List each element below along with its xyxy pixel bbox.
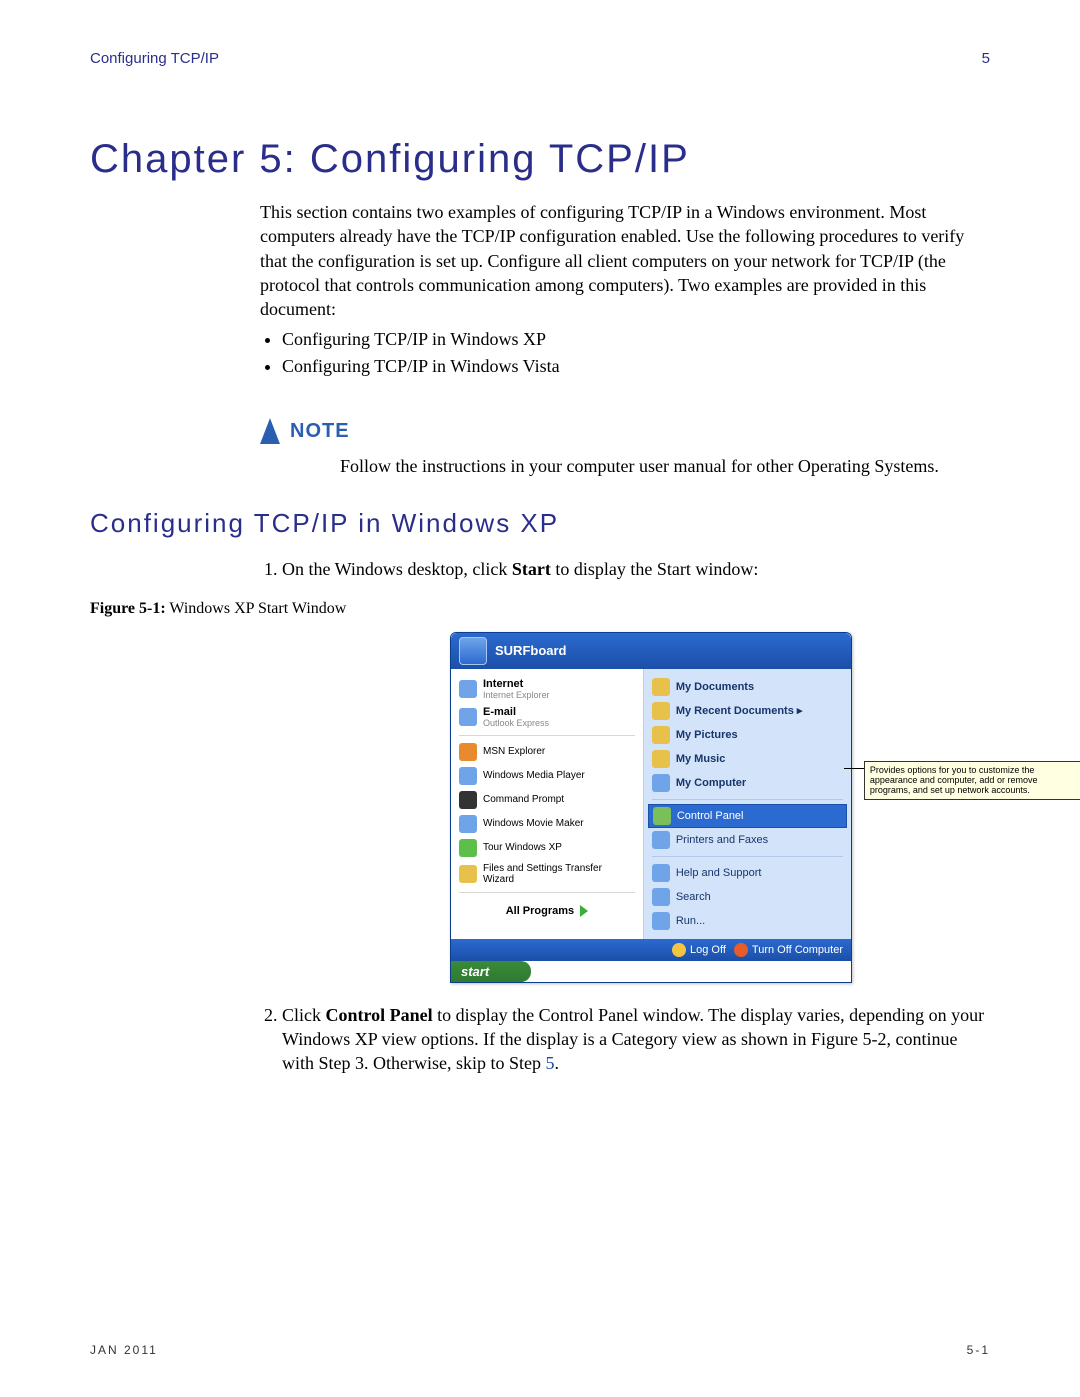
step-list-continued: Click Control Panel to display the Contr… xyxy=(260,1003,990,1076)
folder-icon xyxy=(652,726,670,744)
moviemaker-icon xyxy=(459,815,477,833)
intro-paragraph: This section contains two examples of co… xyxy=(260,200,990,378)
figure-label: Figure 5-1: xyxy=(90,600,166,617)
intro-text: This section contains two examples of co… xyxy=(260,202,964,319)
wmp-icon xyxy=(459,767,477,785)
start-item-moviemaker[interactable]: Windows Movie Maker xyxy=(455,812,639,836)
control-panel-tooltip: Provides options for you to customize th… xyxy=(864,761,1080,800)
run-icon xyxy=(652,912,670,930)
start-menu-right-pane: My Documents My Recent Documents ▸ My Pi… xyxy=(644,669,851,939)
start-item-recent[interactable]: My Recent Documents ▸ xyxy=(648,699,847,723)
control-panel-icon xyxy=(653,807,671,825)
start-item-internet[interactable]: InternetInternet Explorer xyxy=(455,675,639,703)
cmd-icon xyxy=(459,791,477,809)
tour-icon xyxy=(459,839,477,857)
intro-bullet-1: Configuring TCP/IP in Windows XP xyxy=(282,327,990,351)
start-item-fstw[interactable]: Files and Settings Transfer Wizard xyxy=(455,860,639,888)
start-item-help[interactable]: Help and Support xyxy=(648,861,847,885)
footer-date: JAN 2011 xyxy=(90,1343,158,1357)
start-item-control-panel[interactable]: Control Panel xyxy=(648,804,847,828)
start-item-cmd[interactable]: Command Prompt xyxy=(455,788,639,812)
start-item-msn[interactable]: MSN Explorer xyxy=(455,740,639,764)
header-left: Configuring TCP/IP xyxy=(90,50,219,67)
start-menu-header: SURFboard xyxy=(451,633,851,669)
fstw-icon xyxy=(459,865,477,883)
turnoff-button[interactable]: Turn Off Computer xyxy=(734,943,843,957)
figure-caption: Figure 5-1: Windows XP Start Window xyxy=(90,600,990,618)
start-item-email[interactable]: E-mailOutlook Express xyxy=(455,703,639,731)
tooltip-connector xyxy=(844,768,866,769)
ie-icon xyxy=(459,680,477,698)
search-icon xyxy=(652,888,670,906)
start-item-mypics[interactable]: My Pictures xyxy=(648,723,847,747)
help-icon xyxy=(652,864,670,882)
intro-bullet-list: Configuring TCP/IP in Windows XP Configu… xyxy=(260,327,990,378)
section-heading: Configuring TCP/IP in Windows XP xyxy=(90,508,990,539)
computer-icon xyxy=(652,774,670,792)
mail-icon xyxy=(459,708,477,726)
note-body: Follow the instructions in your computer… xyxy=(340,454,990,478)
start-menu-username: SURFboard xyxy=(495,643,567,658)
start-menu-footer: Log Off Turn Off Computer xyxy=(451,939,851,961)
start-item-run[interactable]: Run... xyxy=(648,909,847,933)
figure-startmenu: SURFboard InternetInternet Explorer E-ma… xyxy=(450,632,990,983)
header-page-number: 5 xyxy=(982,50,990,67)
start-button[interactable]: start xyxy=(451,961,531,982)
intro-bullet-2: Configuring TCP/IP in Windows Vista xyxy=(282,354,990,378)
start-item-search[interactable]: Search xyxy=(648,885,847,909)
start-item-tour[interactable]: Tour Windows XP xyxy=(455,836,639,860)
start-item-mycomp[interactable]: My Computer xyxy=(648,771,847,795)
step-link-5[interactable]: 5 xyxy=(546,1053,555,1073)
note-triangle-icon xyxy=(260,418,280,444)
start-all-programs[interactable]: All Programs xyxy=(455,901,639,921)
start-item-wmp[interactable]: Windows Media Player xyxy=(455,764,639,788)
start-item-mymusic[interactable]: My Music xyxy=(648,747,847,771)
page-header: Configuring TCP/IP 5 xyxy=(90,50,990,67)
step-2: Click Control Panel to display the Contr… xyxy=(282,1003,990,1076)
footer-page: 5-1 xyxy=(967,1343,990,1357)
all-programs-arrow-icon xyxy=(580,905,588,917)
folder-icon xyxy=(652,750,670,768)
chapter-title: Chapter 5: Configuring TCP/IP xyxy=(90,137,990,182)
logoff-button[interactable]: Log Off xyxy=(672,943,726,957)
step-1: On the Windows desktop, click Start to d… xyxy=(282,557,990,581)
start-item-mydocs[interactable]: My Documents xyxy=(648,675,847,699)
avatar xyxy=(459,637,487,665)
logoff-icon xyxy=(672,943,686,957)
start-item-printers[interactable]: Printers and Faxes xyxy=(648,828,847,852)
start-menu-left-pane: InternetInternet Explorer E-mailOutlook … xyxy=(451,669,644,939)
note-header: NOTE xyxy=(260,418,990,444)
start-menu: SURFboard InternetInternet Explorer E-ma… xyxy=(450,632,852,983)
page-footer: JAN 2011 5-1 xyxy=(90,1343,990,1357)
folder-icon xyxy=(652,678,670,696)
msn-icon xyxy=(459,743,477,761)
power-icon xyxy=(734,943,748,957)
step-list: On the Windows desktop, click Start to d… xyxy=(260,557,990,581)
figure-title: Windows XP Start Window xyxy=(166,600,347,617)
note-label: NOTE xyxy=(290,420,350,443)
printer-icon xyxy=(652,831,670,849)
folder-icon xyxy=(652,702,670,720)
